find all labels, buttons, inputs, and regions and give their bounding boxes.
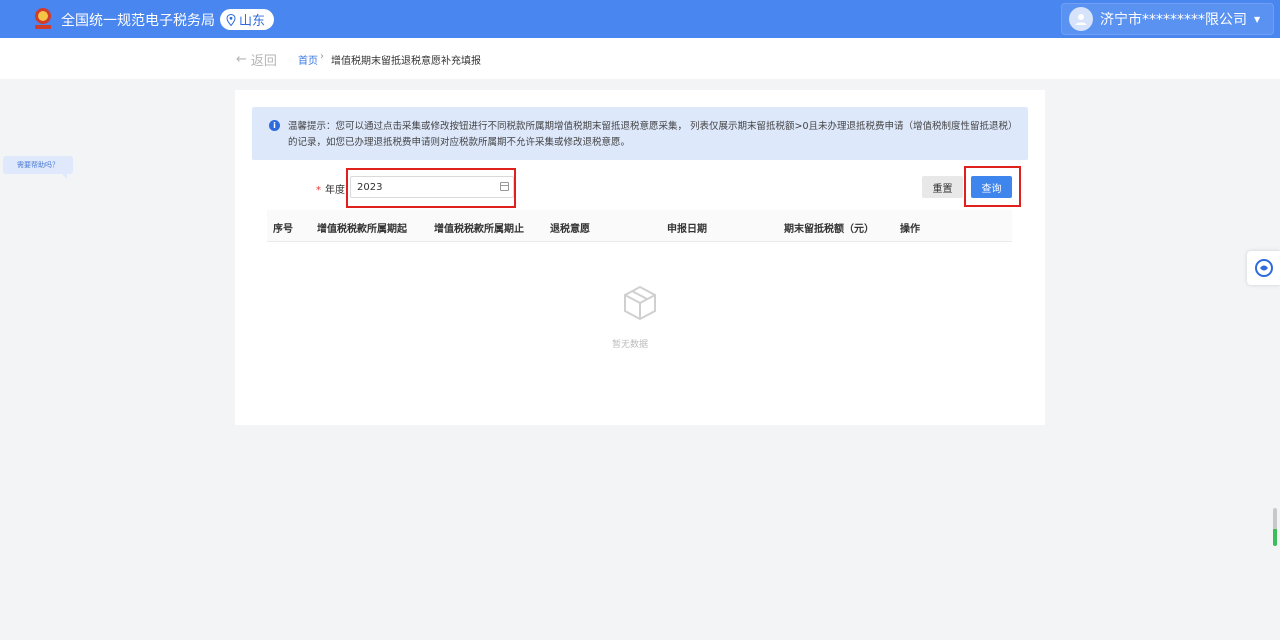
reset-button[interactable]: 重置	[922, 176, 963, 198]
back-button[interactable]: ← 返回	[236, 50, 277, 69]
help-bubble[interactable]: 需要帮助吗？	[3, 156, 73, 179]
chevron-down-icon: ▼	[1254, 14, 1261, 24]
top-header: 全国统一规范电子税务局 山东 济宁市*********限公司 ▼	[0, 0, 1280, 38]
region-selector[interactable]: 山东	[220, 9, 275, 30]
region-label: 山东	[239, 14, 266, 29]
column-header: 退税意愿	[550, 224, 590, 235]
year-label: * 年度	[316, 181, 345, 196]
column-header: 申报日期	[667, 224, 707, 235]
column-header: 序号	[273, 224, 293, 235]
back-label: 返回	[250, 54, 277, 69]
company-account-menu[interactable]: 济宁市*********限公司 ▼	[1061, 3, 1274, 35]
year-label-text: 年度	[325, 185, 345, 196]
column-header: 期末留抵税额（元）	[784, 224, 874, 235]
highlight-box-year	[346, 168, 516, 208]
site-title[interactable]: 全国统一规范电子税务局	[61, 10, 215, 30]
location-pin-icon	[226, 13, 236, 26]
empty-box-icon	[615, 283, 665, 327]
table-header: 序号 增值税税款所属期起 增值税税款所属期止 退税意愿 申报日期 期末留抵税额（…	[267, 210, 1012, 242]
breadcrumb-home-link[interactable]: 首页	[298, 52, 318, 67]
user-avatar-icon	[1069, 7, 1093, 31]
notice-banner: i 温馨提示：您可以通过点击采集或修改按钮进行不同税款所属期增值税期末留抵退税意…	[252, 107, 1028, 160]
page-scrollbar[interactable]	[1273, 508, 1277, 546]
required-mark: *	[316, 185, 321, 196]
highlight-box-query	[964, 166, 1021, 207]
column-header: 操作	[900, 224, 920, 235]
info-icon: i	[269, 120, 280, 131]
main-card: i 温馨提示：您可以通过点击采集或修改按钮进行不同税款所属期增值税期末留抵退税意…	[235, 90, 1045, 425]
company-name: 济宁市*********限公司	[1100, 12, 1247, 28]
arrow-left-icon: ←	[236, 52, 247, 67]
assistant-float-button[interactable]	[1247, 251, 1280, 285]
empty-state-text: 暂无数据	[612, 340, 649, 350]
breadcrumb-separator: ›	[320, 51, 324, 62]
assistant-icon	[1254, 259, 1273, 277]
column-header: 增值税税款所属期起	[317, 224, 407, 235]
notice-text: 温馨提示：您可以通过点击采集或修改按钮进行不同税款所属期增值税期末留抵退税意愿采…	[288, 121, 1013, 148]
breadcrumb-current: 增值税期末留抵退税意愿补充填报	[331, 56, 481, 67]
column-header: 增值税税款所属期止	[434, 224, 524, 235]
breadcrumb-bar: ← 返回 首页 › 增值税期末留抵退税意愿补充填报	[0, 38, 1280, 79]
tax-emblem-icon	[35, 8, 51, 29]
